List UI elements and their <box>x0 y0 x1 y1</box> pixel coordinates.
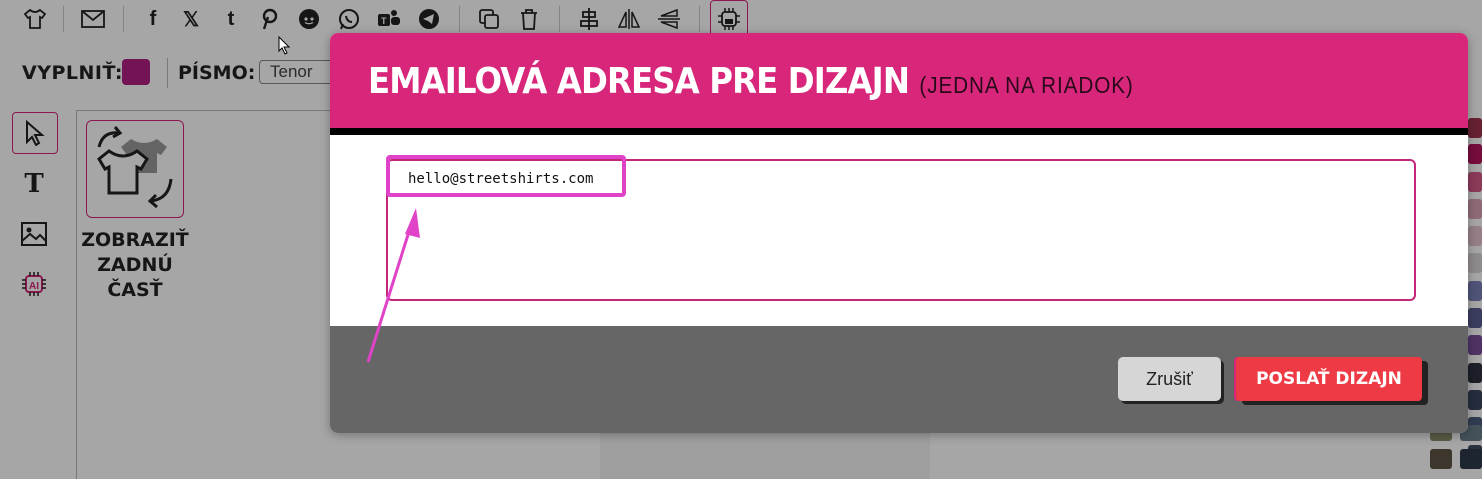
email-textarea[interactable]: hello@streetshirts.com <box>386 159 1416 301</box>
dialog-subtitle: (JEDNA NA RIADOK) <box>919 72 1134 98</box>
dialog-footer: Zrušiť POSLAŤ DIZAJN <box>330 326 1468 433</box>
header-stripe <box>330 128 1468 135</box>
dialog-header: EMAILOVÁ ADRESA PRE DIZAJN (JEDNA NA RIA… <box>330 33 1468 128</box>
email-design-dialog: EMAILOVÁ ADRESA PRE DIZAJN (JEDNA NA RIA… <box>330 33 1468 433</box>
dialog-title: EMAILOVÁ ADRESA PRE DIZAJN (JEDNA NA RIA… <box>368 61 1134 102</box>
mouse-cursor <box>278 36 291 55</box>
cancel-button[interactable]: Zrušiť <box>1118 357 1221 401</box>
dialog-title-text: EMAILOVÁ ADRESA PRE DIZAJN <box>368 61 910 102</box>
dialog-body: hello@streetshirts.com <box>330 139 1468 326</box>
send-design-button[interactable]: POSLAŤ DIZAJN <box>1236 357 1422 401</box>
